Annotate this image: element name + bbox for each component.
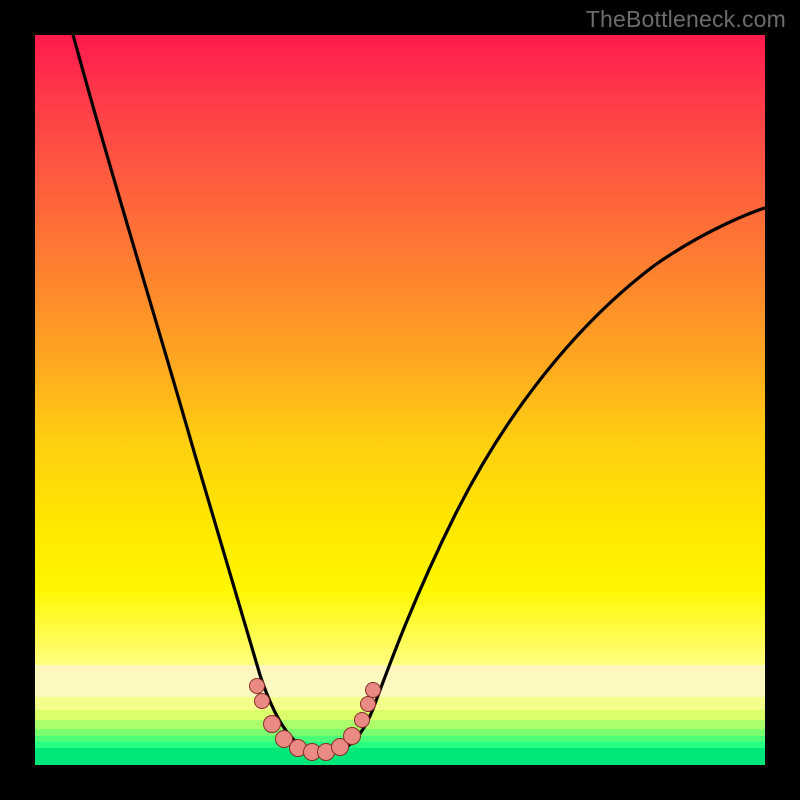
- curve-marker: [249, 678, 265, 694]
- curve-marker: [343, 727, 361, 745]
- curve-marker: [360, 696, 376, 712]
- curve-marker: [254, 693, 270, 709]
- bottleneck-curve: [35, 35, 765, 765]
- plot-area: [35, 35, 765, 765]
- chart-frame: TheBottleneck.com: [0, 0, 800, 800]
- watermark-text: TheBottleneck.com: [586, 6, 786, 33]
- curve-marker: [365, 682, 381, 698]
- curve-marker: [263, 715, 281, 733]
- curve-path: [65, 35, 765, 752]
- curve-marker: [354, 712, 370, 728]
